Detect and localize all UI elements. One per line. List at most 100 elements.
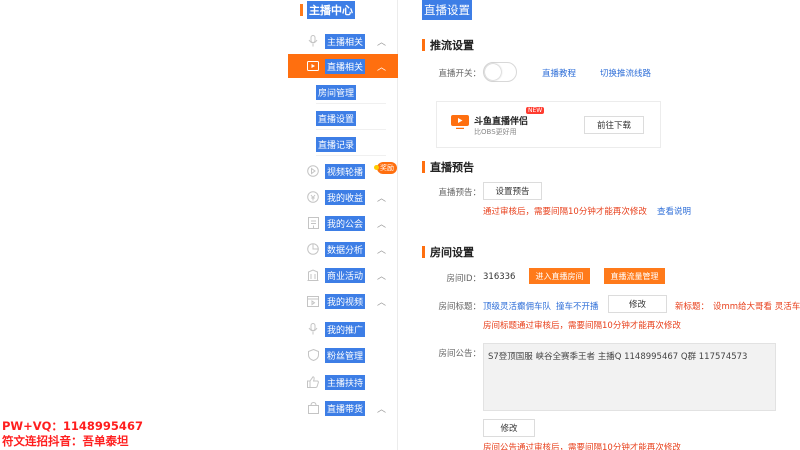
sidebar-title-text: 主播中心 bbox=[307, 1, 355, 19]
subitem-label: 直播设置 bbox=[316, 111, 357, 126]
room-id-label: 房间ID： bbox=[446, 274, 481, 284]
preview-warning: 通过审核后，需要间隔10分钟才能再次修改 bbox=[483, 207, 647, 217]
room-title-label: 房间标题： bbox=[438, 302, 481, 312]
section-accent-bar bbox=[422, 161, 425, 173]
companion-app-name: 斗鱼直播伴侣 bbox=[474, 117, 529, 127]
sidebar-item-label: 视频轮播 bbox=[325, 163, 366, 179]
page-title: 直播设置 bbox=[422, 0, 472, 20]
thumbs-up-icon bbox=[307, 376, 319, 388]
companion-app-logo-icon bbox=[451, 115, 469, 129]
new-title-label: 新标题： bbox=[675, 302, 710, 312]
companion-app-subtitle: 比OBS更好用 bbox=[474, 128, 517, 136]
subitem-label: 房间管理 bbox=[316, 85, 357, 100]
chevron-up-icon: ︿ bbox=[376, 194, 386, 204]
room-title-value: 顶级灵活癫佣车队 bbox=[483, 302, 552, 312]
chevron-up-icon: ︿ bbox=[376, 38, 386, 48]
view-help-link[interactable]: 查看说明 bbox=[657, 205, 691, 217]
guild-icon bbox=[307, 217, 319, 229]
sidebar: 主播中心 主播相关 ︿ 直播相关 ︿ 房间管理 直播设置 直播记录 视频轮播 奖… bbox=[288, 0, 398, 450]
mic-icon bbox=[307, 35, 319, 47]
toggle-knob bbox=[485, 64, 501, 80]
section-title: 直播预告 bbox=[430, 161, 474, 174]
sidebar-item-support[interactable]: 主播扶持 bbox=[288, 370, 398, 394]
section-title: 房间设置 bbox=[430, 246, 474, 259]
sidebar-item-label: 主播相关 bbox=[325, 33, 366, 49]
room-id-value: 316336 bbox=[483, 272, 516, 282]
sidebar-item-label: 我的视频 bbox=[325, 293, 366, 309]
sidebar-title: 主播中心 bbox=[300, 0, 355, 20]
coin-icon bbox=[307, 191, 319, 203]
sidebar-item-label: 商业活动 bbox=[325, 267, 366, 283]
sidebar-subitem-live-settings[interactable]: 直播设置 bbox=[316, 108, 386, 130]
video-icon bbox=[307, 60, 319, 72]
section-title: 推流设置 bbox=[430, 39, 474, 52]
chevron-up-icon: ︿ bbox=[376, 298, 386, 308]
sidebar-item-label: 我的推广 bbox=[325, 321, 366, 337]
room-notice-label: 房间公告： bbox=[438, 349, 481, 359]
stream-preview-area: PW+VQ：1148995467 符文连招抖音：吾单泰坦 bbox=[0, 0, 288, 450]
film-icon bbox=[307, 295, 319, 307]
new-title-value: 设mm给大哥看 灵活车 bbox=[713, 302, 800, 312]
live-tutorial-link[interactable]: 直播教程 bbox=[542, 67, 576, 79]
edit-notice-button[interactable]: 修改 bbox=[483, 419, 535, 437]
sidebar-item-label: 直播相关 bbox=[325, 58, 366, 74]
app-root: PW+VQ：1148995467 符文连招抖音：吾单泰坦 主播中心 主播相关 ︿… bbox=[0, 0, 800, 450]
chevron-up-icon: ︿ bbox=[376, 63, 386, 73]
chevron-up-icon: ︿ bbox=[376, 220, 386, 230]
sidebar-item-business[interactable]: 商业活动 ︿ bbox=[288, 263, 398, 287]
sidebar-item-guild[interactable]: 我的公会 ︿ bbox=[288, 211, 398, 235]
notice-warning: 房间公告通过审核后，需要间隔10分钟才能再次修改 bbox=[483, 443, 681, 450]
pie-chart-icon bbox=[307, 243, 319, 255]
sidebar-item-live[interactable]: 直播相关 ︿ bbox=[288, 54, 398, 78]
section-accent-bar bbox=[422, 246, 425, 258]
sidebar-item-label: 直播带货 bbox=[325, 400, 366, 416]
sidebar-item-label: 粉丝管理 bbox=[325, 347, 366, 363]
sidebar-item-my-videos[interactable]: 我的视频 ︿ bbox=[288, 289, 398, 313]
overlay-contact-text: PW+VQ：1148995467 bbox=[2, 419, 143, 433]
section-push-settings: 推流设置 bbox=[422, 37, 474, 53]
section-accent-bar bbox=[422, 39, 425, 51]
section-live-preview: 直播预告 bbox=[422, 159, 474, 175]
chevron-up-icon: ︿ bbox=[376, 246, 386, 256]
chevron-up-icon: ︿ bbox=[376, 405, 386, 415]
shield-icon bbox=[307, 349, 319, 361]
room-title-value-tail: 撞车不开播 bbox=[556, 302, 599, 312]
new-badge: NEW bbox=[526, 107, 545, 114]
traffic-manage-button[interactable]: 直播流量管理 bbox=[604, 268, 665, 284]
carousel-icon bbox=[307, 165, 319, 177]
main-content: 直播设置 推流设置 直播开关： 直播教程 切换推流线路 斗鱼直播伴侣 NEW 比… bbox=[399, 0, 800, 450]
overlay-douyin-text: 符文连招抖音：吾单泰坦 bbox=[2, 434, 129, 448]
room-notice-textarea[interactable]: S7登顶国服 峡谷全赛季王者 主播Q 1148995467 Q群 1175745… bbox=[483, 343, 776, 411]
sidebar-item-data-analysis[interactable]: 数据分析 ︿ bbox=[288, 237, 398, 261]
sidebar-item-label: 我的收益 bbox=[325, 189, 366, 205]
chevron-up-icon: ︿ bbox=[376, 272, 386, 282]
reward-badge: 奖励 bbox=[374, 162, 397, 174]
title-warning: 房间标题通过审核后，需要间隔10分钟才能再次修改 bbox=[483, 321, 681, 331]
section-room-settings: 房间设置 bbox=[422, 244, 474, 260]
sidebar-subitem-live-record[interactable]: 直播记录 bbox=[316, 134, 386, 156]
subitem-label: 直播记录 bbox=[316, 137, 357, 152]
live-switch-toggle[interactable] bbox=[483, 62, 517, 82]
sidebar-item-anchor[interactable]: 主播相关 ︿ bbox=[288, 29, 398, 53]
switch-push-line-link[interactable]: 切换推流线路 bbox=[600, 67, 651, 79]
sidebar-item-label: 数据分析 bbox=[325, 241, 366, 257]
live-switch-label: 直播开关： bbox=[438, 69, 481, 79]
sidebar-subitem-room-manage[interactable]: 房间管理 bbox=[316, 82, 386, 104]
title-accent-bar bbox=[300, 4, 303, 16]
set-preview-button[interactable]: 设置预告 bbox=[483, 182, 542, 200]
sidebar-item-label: 我的公会 bbox=[325, 215, 366, 231]
building-icon bbox=[307, 269, 319, 281]
edit-title-button[interactable]: 修改 bbox=[608, 295, 667, 313]
download-button[interactable]: 前往下载 bbox=[584, 116, 644, 134]
sidebar-item-earnings[interactable]: 我的收益 ︿ bbox=[288, 185, 398, 209]
sidebar-item-fans[interactable]: 粉丝管理 bbox=[288, 343, 398, 367]
companion-app-promo: 斗鱼直播伴侣 NEW 比OBS更好用 前往下载 bbox=[436, 101, 661, 148]
sidebar-item-promotion[interactable]: 我的推广 bbox=[288, 317, 398, 341]
room-notice-text: S7登顶国服 峡谷全赛季王者 主播Q 1148995467 Q群 1175745… bbox=[488, 352, 748, 362]
bag-icon bbox=[307, 402, 319, 414]
sidebar-item-label: 主播扶持 bbox=[325, 374, 366, 390]
promote-icon bbox=[307, 323, 319, 335]
sidebar-item-commerce[interactable]: 直播带货 ︿ bbox=[288, 396, 398, 420]
preview-label: 直播预告： bbox=[438, 188, 481, 198]
enter-room-button[interactable]: 进入直播房间 bbox=[529, 268, 590, 284]
